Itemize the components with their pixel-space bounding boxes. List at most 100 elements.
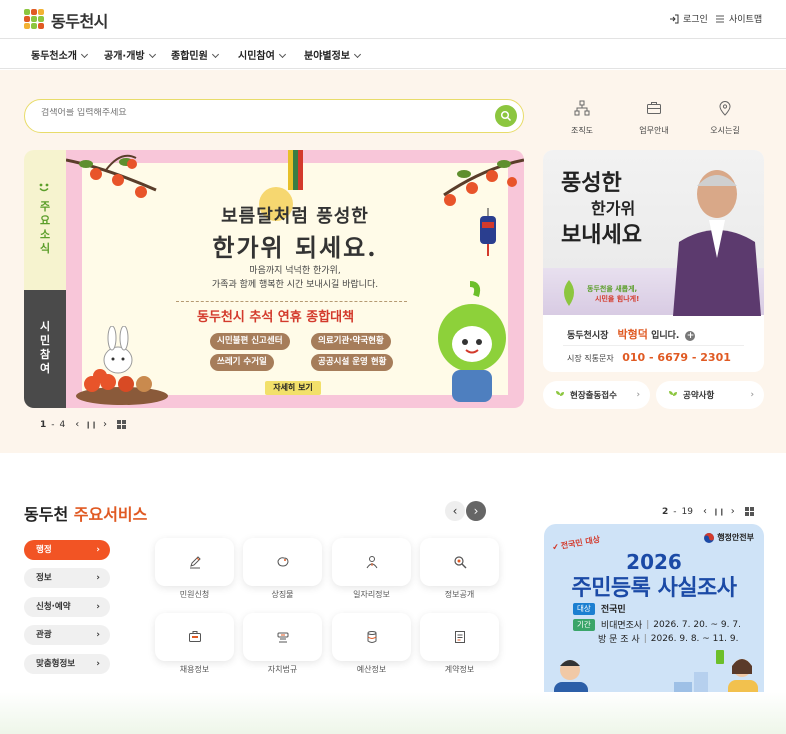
main-banner[interactable]: 보름달처럼 풍성한 한가위 되세요. 마음까지 넉넉한 한가위, 가족과 함께 … xyxy=(66,150,524,408)
service-label: 일자리정보 xyxy=(353,590,390,599)
promo-period1: 기간 비대면조사 | 2026. 7. 20. ~ 9. 7. xyxy=(573,618,741,631)
service-tile-contracts[interactable] xyxy=(420,613,499,661)
rabbit-with-persimmons-icon xyxy=(76,326,168,405)
pager-total: 19 xyxy=(681,506,693,517)
service-tile-civil[interactable] xyxy=(155,538,234,586)
quick-link-directions[interactable]: 오시는길 xyxy=(700,100,750,136)
nav-item-about[interactable]: 동두천소개 xyxy=(31,47,89,62)
location-pin-icon xyxy=(719,101,731,116)
promo-banner[interactable]: ✔전국민 대상 행정안전부 2026 주민등록 사실조사 대상 전국민 기간 비… xyxy=(544,524,764,719)
mayor-title: 동두천시장 xyxy=(567,331,609,341)
promo-target: 대상 전국민 xyxy=(573,602,626,615)
quick-link-work-guide[interactable]: 업무안내 xyxy=(629,100,679,136)
nav-item-label: 동두천소개 xyxy=(31,51,77,62)
service-tile-budget[interactable] xyxy=(332,613,411,661)
login-label: 로그인 xyxy=(683,15,708,25)
footer-gradient xyxy=(0,692,786,734)
tab-news-label: 주요 소식 xyxy=(39,200,51,255)
nav-item-civil[interactable]: 종합민원 xyxy=(171,47,219,62)
service-tile-symbol[interactable] xyxy=(243,538,322,586)
pledges-button[interactable]: 공약사항 › xyxy=(656,381,764,409)
service-tile-jobs[interactable] xyxy=(332,538,411,586)
nav-item-open[interactable]: 공개·개방 xyxy=(104,47,156,62)
mayor-name: 박형덕 xyxy=(617,328,648,341)
sprout-icon xyxy=(556,391,564,400)
tab-participation[interactable]: 시민 참여 xyxy=(24,290,66,408)
button-label: 공약사항 xyxy=(683,391,715,401)
mayor-slogan-1: 동두천을 새롭게, xyxy=(587,285,638,293)
period-dates: 2026. 7. 20. ~ 9. 7. xyxy=(653,619,741,630)
category-custom[interactable]: 맞춤형정보 › xyxy=(24,654,110,674)
chevron-right-icon: › xyxy=(96,630,100,640)
services-title-highlight: 주요서비스 xyxy=(73,505,148,524)
field-dispatch-button[interactable]: 현장출동접수 › xyxy=(543,381,650,409)
chevron-right-icon: › xyxy=(96,545,100,555)
banner-line2: 한가위 되세요. xyxy=(212,233,378,262)
category-tourism[interactable]: 관광 › xyxy=(24,625,110,645)
chevron-down-icon xyxy=(148,50,156,59)
banner-pill[interactable]: 쓰레기 수거일 xyxy=(210,354,274,371)
logo-text: 동두천시 xyxy=(51,12,108,31)
mayor-phone: 시장 직통문자 010 - 6679 - 2301 xyxy=(567,351,731,364)
chevron-left-icon: ‹ xyxy=(452,504,458,518)
grid-view-icon[interactable] xyxy=(116,420,126,429)
site-logo[interactable]: 동두천시 xyxy=(24,8,108,32)
service-label: 계약정보 xyxy=(444,665,475,674)
banner-pill[interactable]: 시민불편 신고센터 xyxy=(210,333,290,350)
phone-label: 시장 직통문자 xyxy=(567,354,614,363)
service-tile-bylaws[interactable] xyxy=(243,613,322,661)
mayor-card[interactable]: 풍성한 한가위 보내세요 동두천을 새롭게, 시민을 힘나게! 동두천시장 박형… xyxy=(543,150,764,372)
plus-icon[interactable]: + xyxy=(685,331,696,341)
services-prev-button[interactable]: ‹ xyxy=(445,501,465,521)
login-link[interactable]: 로그인 xyxy=(669,12,708,25)
ministry-text: 행정안전부 xyxy=(717,533,754,542)
search-input[interactable] xyxy=(41,108,481,118)
logo-mark-icon xyxy=(24,9,46,31)
service-label: 정보공개 xyxy=(444,590,475,599)
category-label: 신청·예약 xyxy=(36,602,71,612)
next-icon[interactable]: › xyxy=(731,506,735,517)
banner-pill[interactable]: 공공시설 운영 현황 xyxy=(311,354,394,371)
service-tile-disclosure[interactable] xyxy=(420,538,499,586)
service-label: 채용정보 xyxy=(179,665,210,674)
org-chart-icon xyxy=(574,100,590,116)
banner-headline: 동두천시 추석 연휴 종합대책 xyxy=(197,310,355,325)
main-nav: 동두천소개 공개·개방 종합민원 시민참여 분야별정보 xyxy=(0,38,786,69)
pager-total: 4 xyxy=(59,419,66,430)
service-label: 자치법규 xyxy=(267,665,298,674)
services-title: 동두천 주요서비스 xyxy=(24,501,147,525)
pause-icon[interactable]: ❙❙ xyxy=(713,508,725,516)
service-tile-hiring[interactable] xyxy=(155,613,234,661)
category-info[interactable]: 정보 › xyxy=(24,568,110,588)
coins-icon xyxy=(367,631,376,643)
quick-link-org-chart[interactable]: 조직도 xyxy=(557,100,607,136)
login-icon xyxy=(670,14,679,23)
pencil-icon xyxy=(189,556,201,569)
nav-item-participation[interactable]: 시민참여 xyxy=(238,47,286,62)
banner-pill[interactable]: 의료기관·약국현황 xyxy=(311,333,391,350)
prev-icon[interactable]: ‹ xyxy=(75,419,79,430)
mayor-portrait-icon xyxy=(673,170,761,316)
search-button[interactable] xyxy=(495,105,517,127)
nav-item-label: 종합민원 xyxy=(171,51,208,62)
chevron-right-icon: › xyxy=(750,390,754,400)
next-icon[interactable]: › xyxy=(103,419,107,430)
divider xyxy=(563,345,744,346)
service-label: 예산정보 xyxy=(356,665,387,674)
banner-line1: 보름달처럼 풍성한 xyxy=(221,206,369,227)
pause-icon[interactable]: ❙❙ xyxy=(85,421,97,429)
category-admin[interactable]: 행정 › xyxy=(24,540,110,560)
button-label: 현장출동접수 xyxy=(570,391,617,401)
services-next-button[interactable]: › xyxy=(466,501,486,521)
category-label: 행정 xyxy=(36,545,52,555)
category-label: 정보 xyxy=(36,573,52,583)
banner-more-button[interactable]: 자세히 보기 xyxy=(265,381,321,395)
nav-item-fields[interactable]: 분야별정보 xyxy=(304,47,362,62)
grid-view-icon[interactable] xyxy=(744,507,754,516)
category-apply[interactable]: 신청·예약 › xyxy=(24,597,110,617)
prev-icon[interactable]: ‹ xyxy=(703,506,707,517)
category-label: 맞춤형정보 xyxy=(36,659,76,669)
sitemap-link[interactable]: 사이트맵 xyxy=(715,12,762,25)
tab-news[interactable]: 주요 소식 xyxy=(24,150,66,290)
promo-target-text: 전국민 xyxy=(600,605,626,615)
